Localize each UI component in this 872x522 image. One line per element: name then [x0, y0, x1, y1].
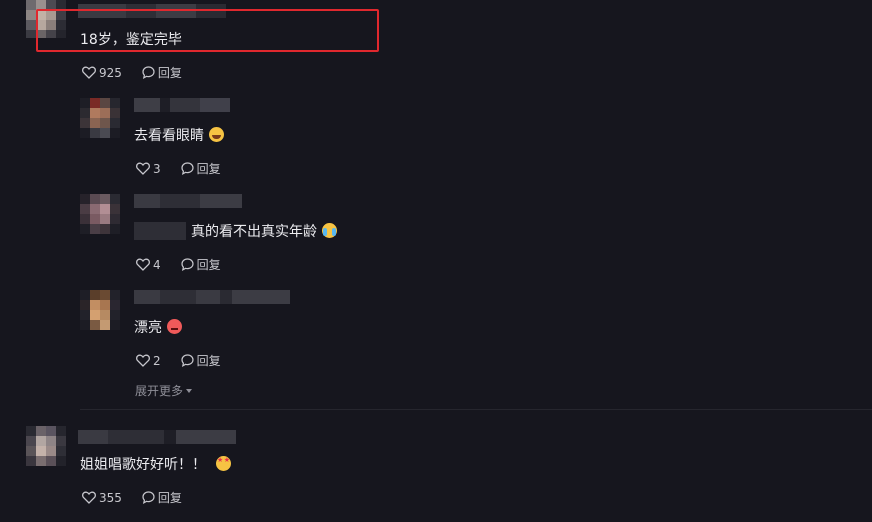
expand-more-label: 展开更多 [135, 384, 184, 398]
reply-button[interactable]: 回复 [181, 160, 221, 177]
reply-label: 回复 [196, 258, 221, 272]
comment-bubble-icon [181, 258, 194, 271]
comment-text: 姐姐唱歌好好听！！ [80, 454, 231, 474]
expand-more-button[interactable]: 展开更多 [135, 382, 193, 399]
reply-button[interactable]: 回复 [142, 64, 182, 81]
like-button[interactable]: 925 [82, 66, 122, 80]
comment-text: 真的看不出真实年龄 [191, 221, 337, 241]
comment-actions: 4 回复 [136, 256, 221, 273]
divider [80, 409, 872, 410]
crying-emoji-icon [322, 223, 337, 238]
heart-icon [136, 354, 150, 367]
like-button[interactable]: 4 [136, 258, 161, 272]
like-button[interactable]: 3 [136, 162, 161, 176]
reply-button[interactable]: 回复 [181, 256, 221, 273]
avatar[interactable] [26, 426, 66, 466]
comment-text: 漂亮 [134, 317, 182, 337]
like-count: 2 [153, 353, 161, 368]
comment-bubble-icon [142, 66, 155, 79]
comment-actions: 2 回复 [136, 352, 221, 369]
reply-label: 回复 [196, 354, 221, 368]
comment-bubble-icon [181, 354, 194, 367]
reply-button[interactable]: 回复 [181, 352, 221, 369]
heart-icon [136, 162, 150, 175]
reply-button[interactable]: 回复 [142, 489, 182, 506]
heart-icon [82, 491, 96, 504]
star-struck-emoji-icon [216, 456, 231, 471]
comment-text: 去看看眼睛 [134, 125, 224, 145]
heart-icon [82, 66, 96, 79]
username-extra [134, 222, 186, 240]
avatar[interactable] [80, 290, 120, 330]
comment-text-body: 去看看眼睛 [134, 128, 204, 144]
laughing-tears-emoji-icon [209, 127, 224, 142]
username[interactable] [134, 290, 290, 304]
comment-actions: 355 回复 [82, 489, 182, 506]
username[interactable] [134, 194, 242, 208]
highlight-box [36, 9, 379, 52]
like-count: 355 [99, 490, 122, 505]
like-count: 925 [99, 65, 122, 80]
comment-bubble-icon [142, 491, 155, 504]
username[interactable] [78, 430, 236, 444]
avatar[interactable] [80, 98, 120, 138]
comment-text-body: 姐姐唱歌好好听！！ [80, 457, 206, 473]
like-count: 3 [153, 161, 161, 176]
like-button[interactable]: 2 [136, 354, 161, 368]
caret-down-icon [186, 389, 193, 393]
angry-emoji-icon [167, 319, 182, 334]
comment-actions: 3 回复 [136, 160, 221, 177]
comment-text-body: 漂亮 [134, 320, 162, 336]
avatar[interactable] [80, 194, 120, 234]
comment-actions: 925 回复 [82, 64, 182, 81]
like-count: 4 [153, 257, 161, 272]
comment-section: 18岁，鉴定完毕 925 回复 去看看眼睛 3 回复 真的看不出真实年龄 4 回… [0, 0, 872, 522]
comment-bubble-icon [181, 162, 194, 175]
reply-label: 回复 [157, 491, 182, 505]
comment-text-body: 真的看不出真实年龄 [191, 224, 317, 240]
reply-label: 回复 [157, 66, 182, 80]
like-button[interactable]: 355 [82, 491, 122, 505]
username[interactable] [134, 98, 230, 112]
reply-label: 回复 [196, 162, 221, 176]
heart-icon [136, 258, 150, 271]
